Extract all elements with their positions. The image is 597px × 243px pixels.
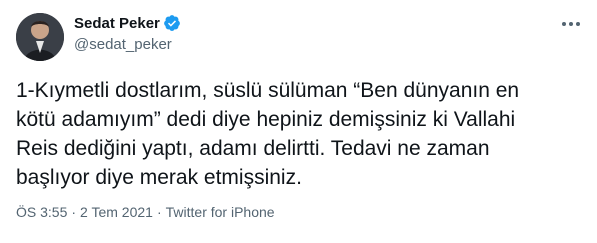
more-options-icon[interactable]	[556, 14, 586, 34]
tweet-date[interactable]: 2 Tem 2021	[80, 204, 153, 220]
dot	[562, 22, 566, 26]
tweet-source: Twitter for iPhone	[165, 204, 275, 220]
tweet-text: 1-Kıymetli dostlarım, süslü sülüman “Ben…	[16, 79, 520, 189]
author-handle[interactable]: @sedat_peker	[74, 36, 172, 53]
tweet-card: Sedat Peker @sedat_peker 1-Kıymetli dost…	[0, 0, 597, 243]
verified-badge-icon	[163, 14, 181, 32]
dot	[576, 22, 580, 26]
avatar[interactable]	[16, 13, 64, 61]
avatar-photo	[16, 13, 64, 61]
meta-separator: ·	[71, 204, 77, 220]
dot	[569, 22, 573, 26]
tweet-meta: ÖS 3:55 · 2 Tem 2021 · Twitter for iPhon…	[16, 204, 275, 220]
meta-separator: ·	[156, 204, 162, 220]
author-name-row: Sedat Peker	[74, 14, 181, 32]
author-display-name[interactable]: Sedat Peker	[74, 15, 160, 32]
tweet-time[interactable]: ÖS 3:55	[16, 204, 67, 220]
